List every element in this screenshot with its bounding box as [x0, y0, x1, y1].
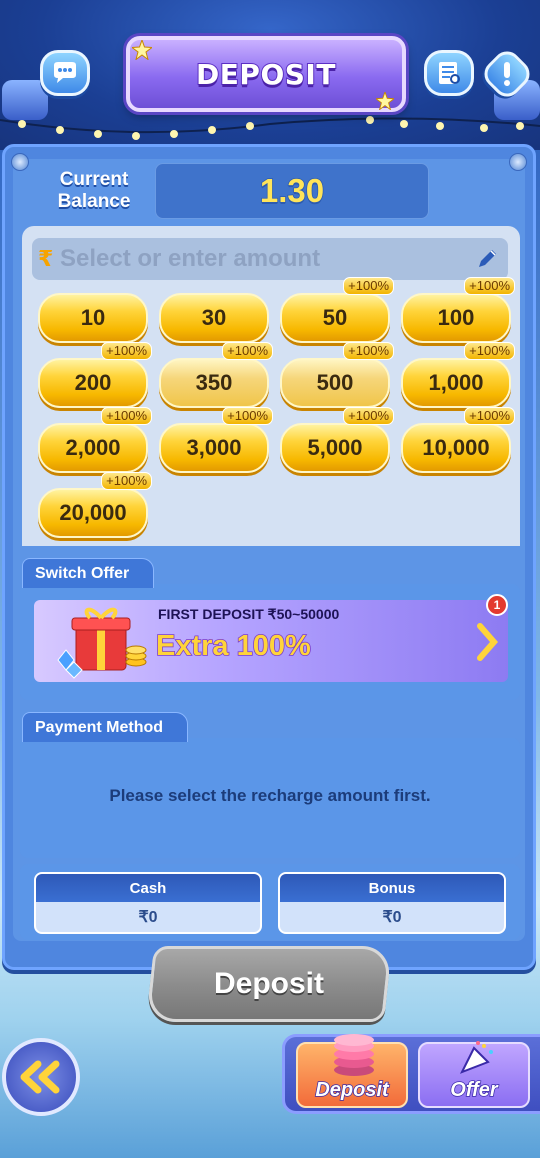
page-title: DEPOSIT — [195, 57, 336, 92]
bonus-badge: +100% — [343, 407, 394, 425]
bonus-badge: +100% — [464, 277, 515, 295]
gift-box-icon — [57, 607, 147, 679]
party-popper-icon — [459, 1041, 493, 1074]
amount-option[interactable]: 30 — [159, 293, 269, 343]
bonus-badge: +100% — [222, 407, 273, 425]
amount-input[interactable]: ₹ Select or enter amount — [32, 238, 508, 280]
amount-option-label: 1,000 — [428, 370, 484, 395]
payment-method-tab: Payment Method — [22, 712, 188, 742]
balance-display: 1.30 — [155, 163, 429, 219]
amount-option[interactable]: 5,000 +100% — [280, 407, 394, 473]
bonus-value: ₹0 — [382, 909, 402, 926]
records-button[interactable] — [424, 50, 474, 96]
amount-option[interactable]: 10,000 +100% — [401, 407, 515, 473]
amount-option-label: 10 — [80, 305, 106, 330]
deposit-button[interactable]: Deposit — [146, 946, 392, 1022]
pencil-icon[interactable] — [476, 246, 500, 270]
bolt-icon — [509, 153, 527, 171]
chat-bubble-icon — [54, 62, 76, 83]
nav-deposit-tab[interactable]: Deposit — [296, 1034, 408, 1108]
bonus-badge: +100% — [343, 277, 394, 295]
amount-option-label: 10,000 — [422, 435, 490, 460]
back-button[interactable] — [2, 1038, 80, 1116]
double-chevron-left-icon — [20, 1060, 60, 1094]
bolt-icon — [11, 153, 29, 171]
bonus-badge: +100% — [101, 342, 152, 360]
amount-option[interactable]: 2,000 +100% — [38, 407, 152, 473]
star-icon — [132, 40, 152, 60]
amount-option[interactable]: 500 +100% — [280, 342, 394, 408]
support-button[interactable] — [40, 50, 90, 96]
bonus-badge: +100% — [464, 342, 515, 360]
coin-stack-icon — [334, 1034, 374, 1076]
star-icon — [376, 92, 394, 110]
amount-option[interactable]: 50 +100% — [280, 277, 394, 343]
deposit-button-label: Deposit — [213, 967, 324, 1000]
notification-badge: 1 — [486, 594, 508, 616]
switch-offer-tab[interactable]: Switch Offer — [22, 558, 154, 588]
cash-label: Cash — [36, 874, 260, 902]
amount-option[interactable]: 3,000 +100% — [159, 407, 273, 473]
amount-option-label: 3,000 — [186, 435, 242, 460]
amount-option[interactable]: 200 +100% — [38, 342, 152, 408]
offer-headline: Extra 100% — [155, 629, 311, 663]
amount-option-label: 350 — [195, 370, 233, 395]
title-plate: DEPOSIT — [126, 36, 406, 112]
amount-option-label: 200 — [74, 370, 112, 395]
amount-option[interactable]: 100 +100% — [401, 277, 515, 343]
bonus-badge: +100% — [343, 342, 394, 360]
cash-box: Cash ₹0 — [34, 872, 262, 934]
amount-option[interactable]: 20,000 +100% — [38, 472, 152, 538]
payment-message: Please select the recharge amount first. — [109, 786, 431, 805]
bonus-badge: +100% — [464, 407, 515, 425]
offer-card[interactable]: FIRST DEPOSIT ₹50~50000 Extra 100% — [34, 600, 508, 682]
rupee-icon: ₹ — [38, 246, 54, 272]
amount-option[interactable]: 1,000 +100% — [401, 342, 515, 408]
records-icon — [439, 62, 460, 84]
current-balance-label: Current Balance — [57, 169, 131, 212]
amount-option[interactable]: 350 +100% — [159, 342, 273, 408]
amount-option-label: 5,000 — [307, 435, 363, 460]
amount-option-label: 30 — [201, 305, 227, 330]
cash-value: ₹0 — [138, 909, 158, 926]
bonus-box: Bonus ₹0 — [278, 872, 506, 934]
nav-offer-label: Offer — [450, 1078, 499, 1102]
nav-deposit-label: Deposit — [315, 1078, 390, 1102]
bonus-badge: +100% — [222, 342, 273, 360]
bonus-label: Bonus — [280, 874, 504, 902]
nav-offer-tab[interactable]: Offer — [418, 1041, 530, 1108]
exclamation-icon — [504, 62, 510, 86]
amount-option-label: 20,000 — [59, 500, 127, 525]
bonus-badge: +100% — [101, 472, 152, 490]
offer-subtitle: FIRST DEPOSIT ₹50~50000 — [158, 606, 340, 622]
amount-option-label: 500 — [316, 370, 354, 395]
chevron-right-icon — [477, 623, 498, 661]
amount-option-label: 100 — [437, 305, 475, 330]
amount-option-label: 50 — [322, 305, 348, 330]
bonus-badge: +100% — [101, 407, 152, 425]
amount-option[interactable]: 10 — [38, 293, 148, 343]
balance-value: 1.30 — [259, 171, 325, 210]
amount-option-label: 2,000 — [65, 435, 121, 460]
amount-placeholder: Select or enter amount — [60, 245, 321, 272]
